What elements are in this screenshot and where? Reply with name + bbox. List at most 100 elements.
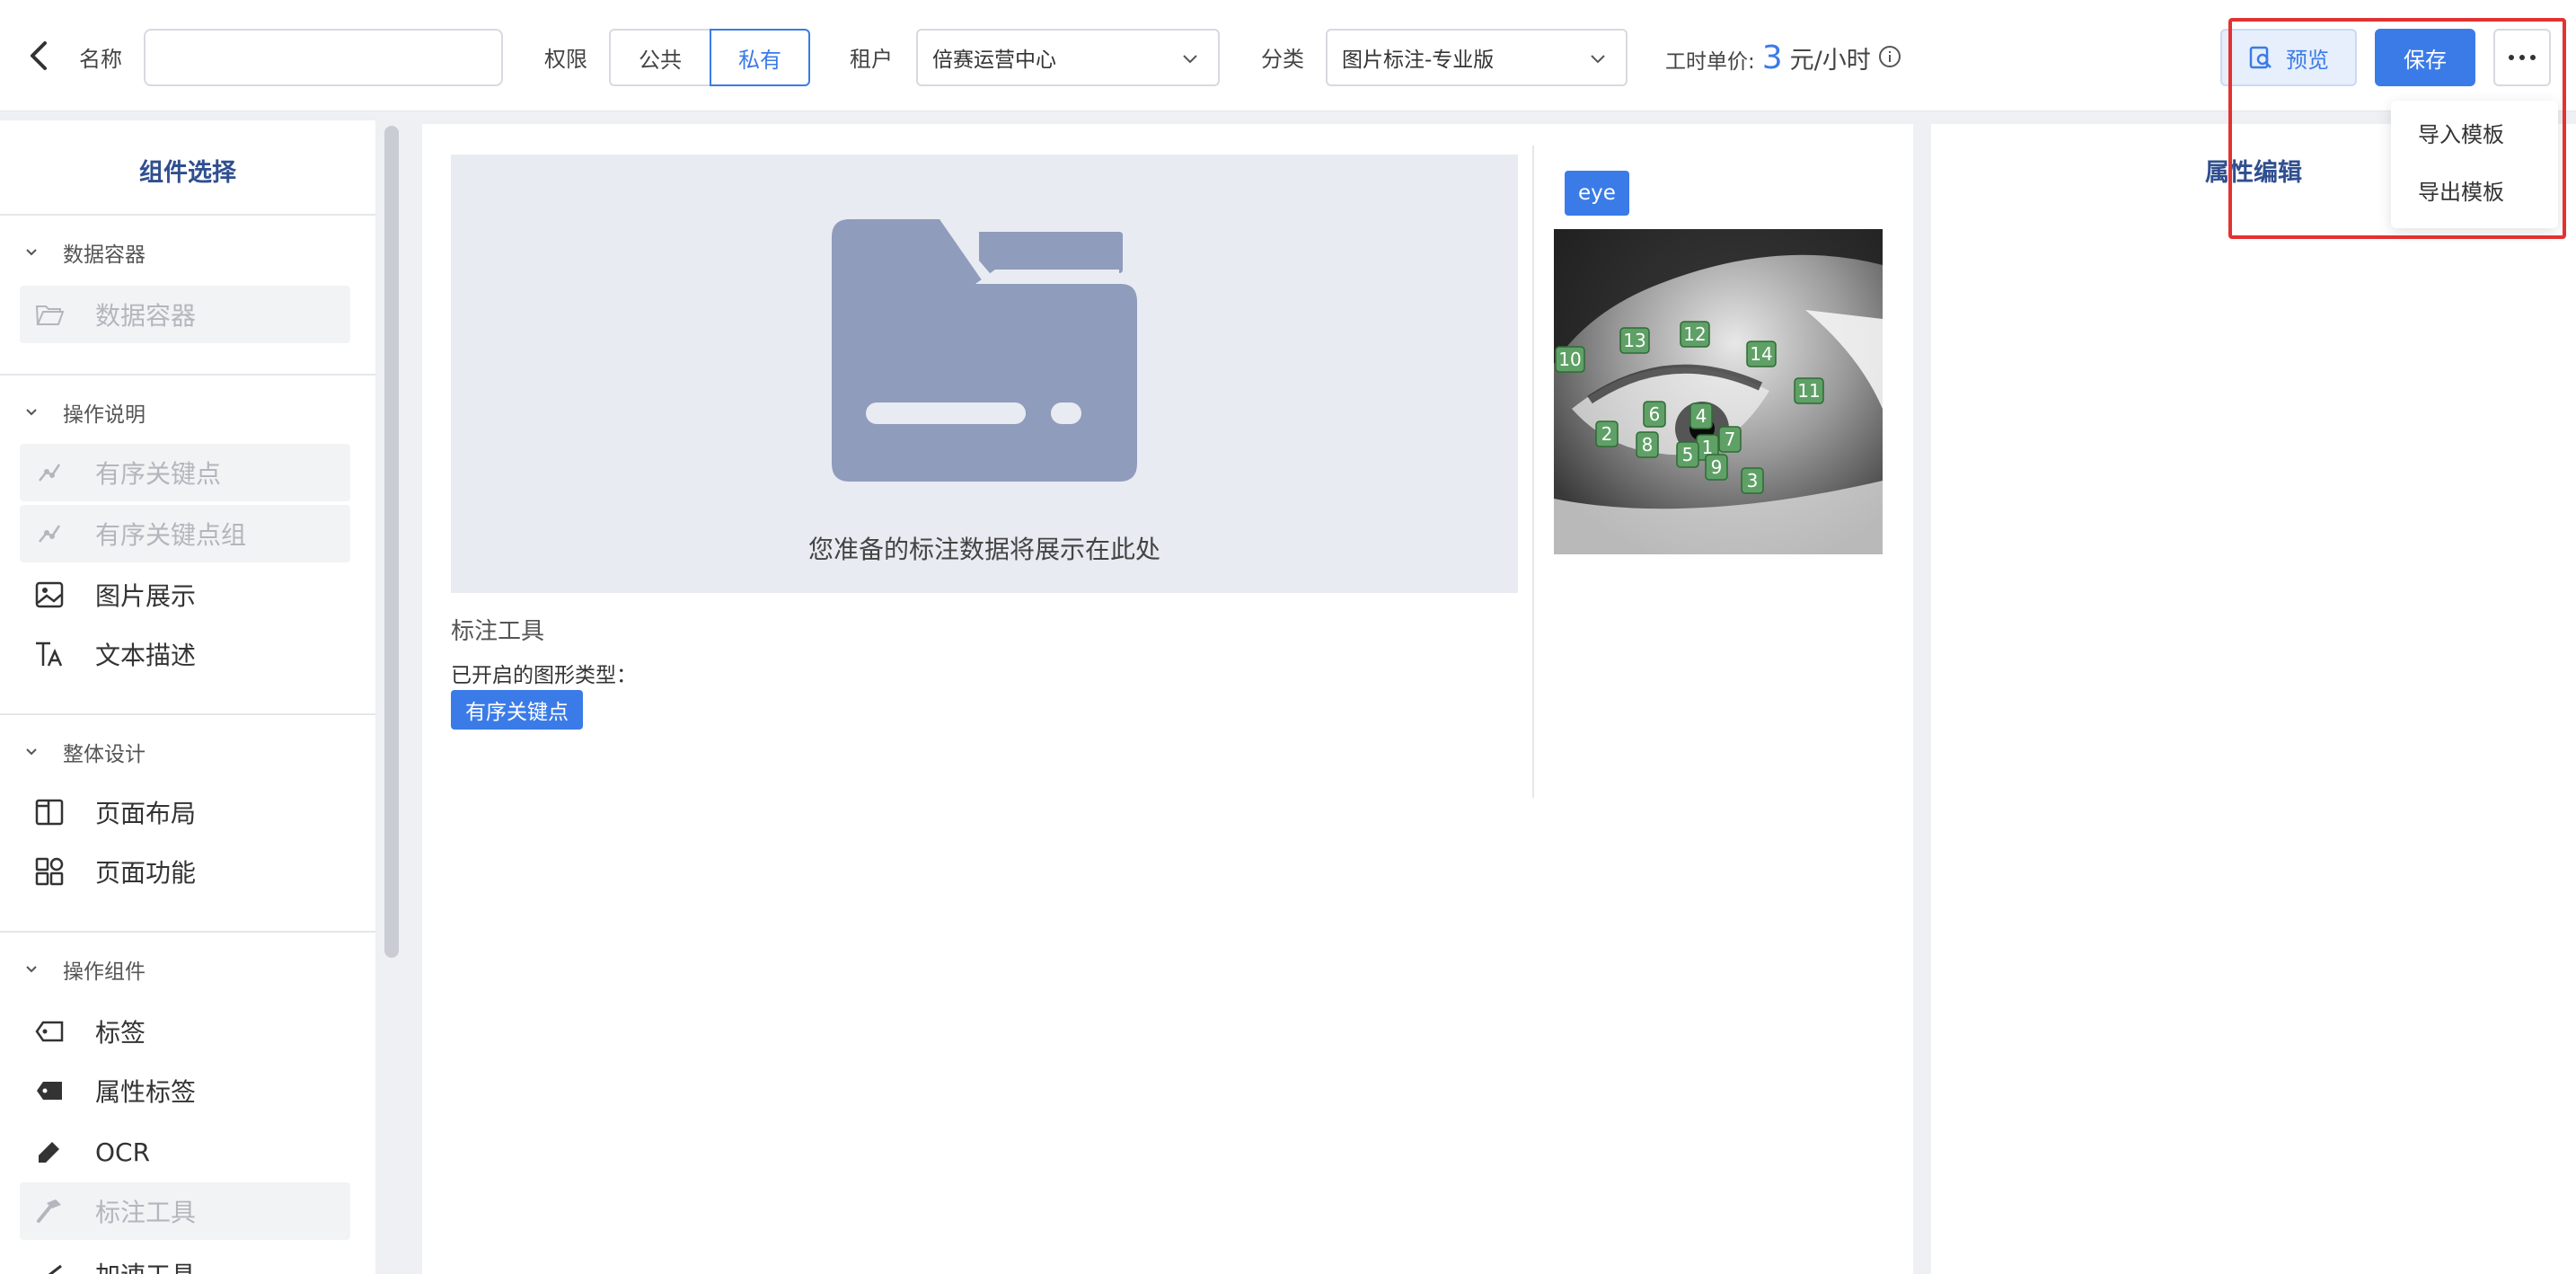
price-unit: 元/小时 — [1789, 47, 1871, 75]
highlight-annotation-box — [2228, 18, 2566, 239]
component-label: 有序关键点 — [95, 459, 222, 489]
divider — [0, 713, 375, 715]
component-ordered-keypoint-group[interactable]: 有序关键点组 — [20, 505, 350, 562]
component-label: OCR — [95, 1137, 151, 1167]
permission-toggle: 公共 私有 — [609, 29, 810, 86]
keypoint-label: 3 — [1747, 470, 1759, 491]
data-container-placeholder[interactable] — [451, 155, 1518, 593]
component-label: 加速工具 — [95, 1256, 196, 1274]
apps-icon — [34, 856, 65, 887]
category-value: 图片标注-专业版 — [1342, 49, 1495, 72]
component-image-display[interactable]: 图片展示 — [20, 566, 350, 624]
permission-private-option[interactable]: 私有 — [710, 29, 810, 86]
keypoint-marker[interactable]: 11 — [1794, 377, 1824, 404]
back-arrow-icon[interactable] — [22, 38, 57, 74]
chevron-down-icon — [1591, 55, 1605, 64]
section-title: 整体设计 — [63, 743, 146, 766]
text-icon — [34, 639, 65, 669]
keypoint-label: 11 — [1797, 380, 1820, 402]
component-tag[interactable]: 标签 — [20, 1003, 350, 1060]
chevron-down-icon — [26, 966, 37, 973]
price-display: 工时单价: 3 元/小时 — [1665, 40, 1901, 76]
component-page-layout[interactable]: 页面布局 — [20, 783, 350, 841]
component-annotation-tool[interactable]: 标注工具 — [20, 1182, 350, 1240]
keypoint-label: 10 — [1558, 349, 1581, 370]
keypoint-label: 8 — [1642, 434, 1654, 456]
section-operation-components[interactable]: 操作组件 — [25, 954, 146, 985]
hammer-icon — [34, 1196, 65, 1226]
keypoint-marker[interactable]: 13 — [1619, 327, 1650, 354]
divider — [0, 931, 375, 933]
component-label: 标注工具 — [95, 1198, 197, 1227]
component-text-description[interactable]: 文本描述 — [20, 625, 350, 683]
keypoint-label: 6 — [1649, 403, 1661, 425]
section-data-container[interactable]: 数据容器 — [25, 237, 146, 268]
keypoint-marker[interactable]: 14 — [1746, 341, 1777, 367]
keypoint-marker[interactable]: 4 — [1689, 403, 1713, 429]
keypoint-label: 5 — [1682, 444, 1694, 465]
divider — [0, 214, 375, 216]
enabled-types-label: 已开启的图形类型： — [451, 664, 637, 687]
image-icon — [34, 579, 65, 610]
section-instructions[interactable]: 操作说明 — [25, 397, 146, 428]
name-input[interactable] — [144, 29, 503, 86]
enabled-type-tag[interactable]: 有序关键点 — [451, 690, 583, 730]
top-toolbar: 名称 权限 公共 私有 租户 倍赛运营中心 分类 图片标注-专业版 工时单价: … — [0, 0, 2576, 111]
keypoint-marker[interactable]: 9 — [1705, 454, 1728, 481]
keypoint-icon — [34, 457, 65, 488]
category-select[interactable]: 图片标注-专业版 — [1326, 29, 1628, 86]
section-title: 数据容器 — [63, 243, 146, 267]
component-attribute-tag[interactable]: 属性标签 — [20, 1062, 350, 1119]
keypoint-marker[interactable]: 3 — [1741, 467, 1764, 494]
keypoint-marker[interactable]: 10 — [1555, 346, 1585, 373]
component-panel-title: 组件选择 — [139, 159, 236, 187]
chevron-down-icon — [26, 249, 37, 256]
property-panel — [1931, 124, 2576, 1274]
section-title: 操作组件 — [63, 960, 146, 984]
category-label: 分类 — [1261, 47, 1304, 72]
price-value: 3 — [1761, 40, 1783, 76]
permission-label: 权限 — [544, 47, 587, 72]
name-label: 名称 — [79, 47, 122, 72]
component-label: 标签 — [95, 1018, 146, 1048]
component-ordered-keypoint[interactable]: 有序关键点 — [20, 444, 350, 501]
attr-tag-icon — [34, 1075, 65, 1106]
component-label: 页面功能 — [95, 858, 197, 888]
keypoint-marker[interactable]: 2 — [1595, 420, 1619, 447]
price-label: 工时单价: — [1665, 50, 1755, 74]
permission-public-option[interactable]: 公共 — [609, 29, 710, 86]
speed-icon — [34, 1259, 65, 1274]
tenant-select[interactable]: 倍赛运营中心 — [916, 29, 1220, 86]
section-title: 操作说明 — [63, 403, 146, 427]
section-overall-design[interactable]: 整体设计 — [25, 737, 146, 767]
keypoint-label: 7 — [1725, 429, 1736, 450]
component-label: 图片展示 — [95, 581, 197, 611]
keypoint-marker[interactable]: 7 — [1718, 426, 1742, 453]
keypoint-label: 12 — [1683, 323, 1706, 345]
left-panel-scrollbar[interactable] — [384, 126, 399, 958]
layout-icon — [34, 797, 65, 827]
component-ocr[interactable]: OCR — [20, 1123, 350, 1181]
folder-open-icon — [34, 299, 65, 330]
component-page-function[interactable]: 页面功能 — [20, 843, 350, 900]
column-divider — [1532, 146, 1534, 798]
keypoint-label: 4 — [1696, 405, 1707, 427]
folder-icon — [832, 219, 1137, 482]
info-icon[interactable] — [1878, 45, 1901, 68]
keypoint-marker[interactable]: 8 — [1636, 431, 1659, 458]
eye-image[interactable]: 1013 1214116 42 8 1 7593 — [1554, 229, 1883, 554]
tenant-value: 倍赛运营中心 — [932, 49, 1056, 72]
keypoint-marker[interactable]: 6 — [1643, 401, 1666, 428]
annotation-tool-title: 标注工具 — [451, 618, 545, 645]
image-tag[interactable]: eye — [1565, 171, 1629, 216]
chevron-down-icon — [26, 748, 37, 756]
keypoint-marker[interactable]: 12 — [1680, 321, 1710, 348]
keypoint-group-icon — [34, 518, 65, 549]
keypoint-label: 9 — [1711, 456, 1723, 478]
chevron-down-icon — [26, 409, 37, 416]
chevron-down-icon — [1183, 55, 1197, 64]
component-acceleration-tool[interactable]: 加速工具 — [20, 1245, 350, 1274]
component-data-container[interactable]: 数据容器 — [20, 286, 350, 343]
placeholder-text: 您准备的标注数据将展示在此处 — [807, 535, 1160, 564]
keypoint-marker[interactable]: 5 — [1676, 441, 1699, 468]
